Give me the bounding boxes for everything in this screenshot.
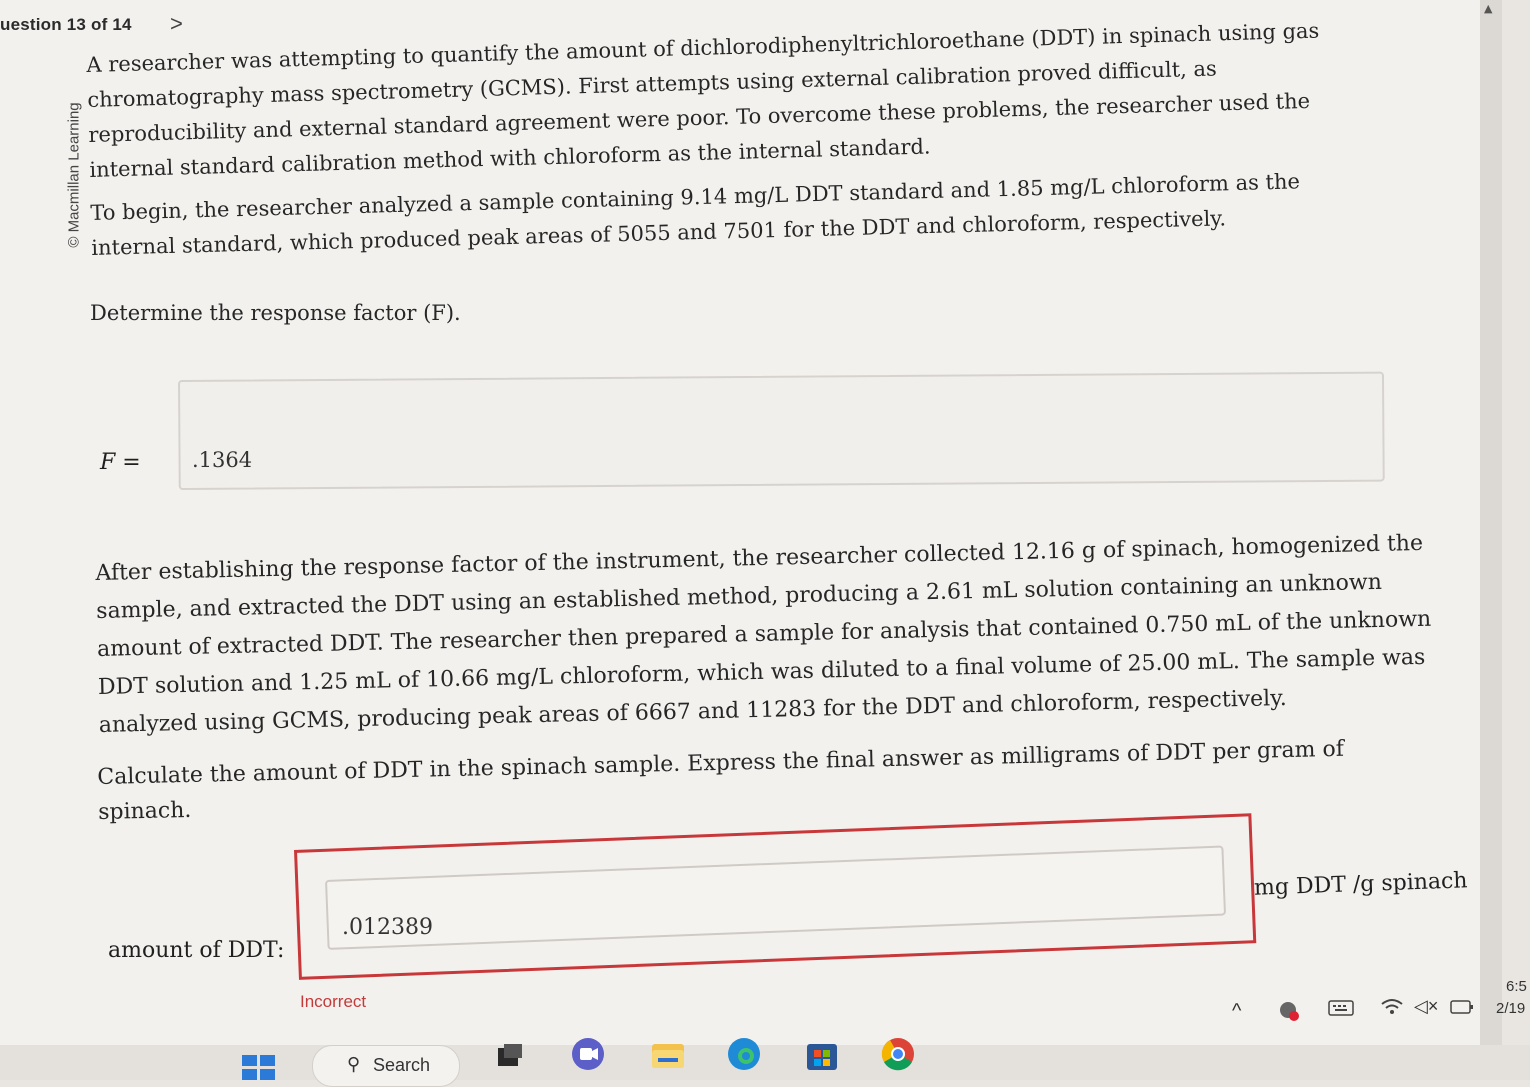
microsoft-store-icon[interactable] — [804, 1036, 840, 1072]
volume-muted-icon[interactable]: ◁× — [1414, 996, 1438, 1017]
question-page: uestion 13 of 14 > © Macmillan Learning … — [0, 0, 1480, 1045]
file-explorer-icon[interactable] — [650, 1036, 686, 1072]
windows-taskbar — [0, 1045, 1530, 1080]
taskbar-search-button[interactable]: ⚲ Search — [312, 1045, 460, 1087]
ddt-amount-unit: mg DDT /g spinach — [1253, 868, 1468, 901]
battery-icon[interactable] — [1450, 998, 1474, 1020]
question-response-factor: Determine the response factor (F). — [90, 301, 461, 325]
search-icon: ⚲ — [347, 1054, 361, 1074]
ddt-amount-input[interactable] — [340, 906, 644, 948]
ddt-amount-label: amount of DDT: — [108, 938, 285, 963]
next-question-chevron-icon[interactable]: > — [170, 11, 183, 37]
edge-browser-icon[interactable] — [726, 1036, 762, 1072]
question-counter: uestion 13 of 14 — [0, 15, 132, 34]
windows-start-icon[interactable] — [242, 1055, 276, 1080]
response-factor-label: F = — [100, 450, 141, 475]
teams-meet-icon[interactable] — [570, 1036, 606, 1072]
taskbar-search-label: Search — [373, 1055, 431, 1075]
clock-date[interactable]: 2/19 — [1496, 1000, 1525, 1017]
page-scrollbar[interactable] — [1480, 0, 1502, 1045]
tray-overflow-chevron-icon[interactable]: ^ — [1232, 1000, 1241, 1023]
clock-time[interactable]: 6:5 — [1506, 978, 1527, 995]
scroll-up-icon[interactable]: ▲ — [1484, 2, 1492, 15]
wifi-icon[interactable] — [1380, 996, 1404, 1021]
tray-app-status-icon[interactable] — [1278, 1000, 1300, 1026]
task-view-icon[interactable] — [492, 1036, 528, 1072]
response-factor-input[interactable] — [186, 438, 498, 482]
chrome-browser-icon[interactable] — [880, 1036, 916, 1072]
publisher-credit: © Macmillan Learning — [65, 102, 83, 248]
problem-extraction-paragraph: After establishing the response factor o… — [95, 530, 1432, 738]
incorrect-feedback: Incorrect — [300, 992, 367, 1011]
keyboard-icon[interactable] — [1328, 998, 1354, 1022]
